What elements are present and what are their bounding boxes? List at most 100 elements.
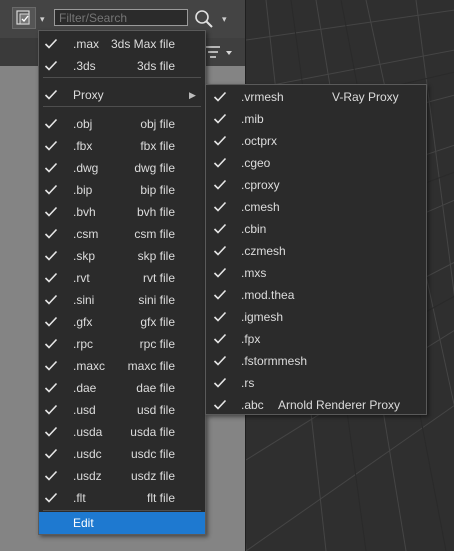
- proxy-item-ext: .cmesh: [241, 200, 280, 214]
- menu-item-desc: sini file: [138, 293, 175, 307]
- edit-label: Edit: [73, 516, 94, 530]
- search-input[interactable]: [54, 9, 188, 26]
- menu-item-ext: .usda: [73, 425, 103, 439]
- menu-item-ext: .obj: [73, 117, 93, 131]
- menu-item-flt[interactable]: .flt flt file: [39, 487, 205, 509]
- check-icon: [44, 201, 58, 223]
- menu-item-usd[interactable]: .usd usd file: [39, 399, 205, 421]
- proxy-item-cproxy[interactable]: .cproxy: [206, 174, 426, 196]
- menu-item-ext: .usdz: [73, 469, 102, 483]
- proxy-item-igmesh[interactable]: .igmesh: [206, 306, 426, 328]
- proxy-item-mod-thea[interactable]: .mod.thea: [206, 284, 426, 306]
- menu-separator: [43, 510, 201, 511]
- menu-item-ext: .sini: [73, 293, 95, 307]
- menu-item-desc: 3ds Max file: [110, 37, 175, 51]
- menu-item-bvh[interactable]: .bvh bvh file: [39, 201, 205, 223]
- proxy-item-abc[interactable]: .abc Arnold Renderer Proxy: [206, 394, 426, 416]
- file-type-menu: .max 3ds Max file .3ds 3ds file Proxy ▶ .obj ob…: [38, 30, 206, 535]
- menu-item-ext: .rvt: [73, 271, 90, 285]
- check-icon: [213, 240, 227, 262]
- check-icon: [213, 218, 227, 240]
- check-icon: [44, 421, 58, 443]
- proxy-item-cmesh[interactable]: .cmesh: [206, 196, 426, 218]
- menu-item-desc: dae file: [136, 381, 175, 395]
- check-icon: [213, 394, 227, 416]
- search-icon[interactable]: [194, 9, 214, 32]
- proxy-item-ext: .mxs: [241, 266, 267, 280]
- menu-item-proxy[interactable]: Proxy ▶: [39, 84, 205, 106]
- menu-item-ext: .3ds: [73, 59, 96, 73]
- check-icon: [44, 289, 58, 311]
- check-icon: [44, 33, 58, 55]
- menu-item-ext: .max: [73, 37, 100, 51]
- menu-item-rvt[interactable]: .rvt rvt file: [39, 267, 205, 289]
- check-icon: [213, 152, 227, 174]
- menu-item-edit[interactable]: Edit: [39, 512, 205, 534]
- check-icon: [44, 465, 58, 487]
- proxy-item-vrmesh[interactable]: .vrmesh V-Ray Proxy: [206, 86, 426, 108]
- check-icon: [213, 372, 227, 394]
- check-icon: [44, 245, 58, 267]
- proxy-item-ext: .fstormmesh: [241, 354, 308, 368]
- proxy-item-ext: .cproxy: [241, 178, 280, 192]
- menu-item-usdc[interactable]: .usdc usdc file: [39, 443, 205, 465]
- menu-item-ext: .skp: [73, 249, 96, 263]
- menu-item-3ds[interactable]: .3ds 3ds file: [39, 55, 205, 77]
- menu-item-csm[interactable]: .csm csm file: [39, 223, 205, 245]
- menu-item-ext: .rpc: [73, 337, 94, 351]
- menu-item-skp[interactable]: .skp skp file: [39, 245, 205, 267]
- proxy-item-cbin[interactable]: .cbin: [206, 218, 426, 240]
- search-dropdown-arrow[interactable]: ▾: [222, 14, 227, 25]
- check-icon: [44, 311, 58, 333]
- menu-separator: [43, 77, 201, 78]
- menu-item-desc: usdz file: [130, 469, 175, 483]
- menu-item-desc: csm file: [134, 227, 175, 241]
- menu-item-obj[interactable]: .obj obj file: [39, 113, 205, 135]
- menu-item-desc: flt file: [146, 491, 175, 505]
- menu-item-maxc[interactable]: .maxc maxc file: [39, 355, 205, 377]
- menu-item-ext: .fbx: [73, 139, 93, 153]
- check-icon: [44, 355, 58, 377]
- menu-item-sini[interactable]: .sini sini file: [39, 289, 205, 311]
- proxy-item-mib[interactable]: .mib: [206, 108, 426, 130]
- proxy-item-cgeo[interactable]: .cgeo: [206, 152, 426, 174]
- check-icon: [44, 377, 58, 399]
- proxy-item-ext: .octprx: [241, 134, 278, 148]
- proxy-item-rs[interactable]: .rs: [206, 372, 426, 394]
- menu-item-usda[interactable]: .usda usda file: [39, 421, 205, 443]
- menu-item-ext: .bvh: [73, 205, 96, 219]
- menu-item-rpc[interactable]: .rpc rpc file: [39, 333, 205, 355]
- menu-item-fbx[interactable]: .fbx fbx file: [39, 135, 205, 157]
- check-icon: [213, 350, 227, 372]
- check-icon: [213, 130, 227, 152]
- menu-item-ext: .gfx: [73, 315, 93, 329]
- proxy-item-fstormmesh[interactable]: .fstormmesh: [206, 350, 426, 372]
- proxy-item-ext: .czmesh: [241, 244, 286, 258]
- check-icon: [44, 443, 58, 465]
- proxy-item-octprx[interactable]: .octprx: [206, 130, 426, 152]
- menu-item-desc: dwg file: [134, 161, 175, 175]
- proxy-item-czmesh[interactable]: .czmesh: [206, 240, 426, 262]
- menu-item-dae[interactable]: .dae dae file: [39, 377, 205, 399]
- filter-dropdown-arrow[interactable]: ▾: [40, 14, 45, 25]
- proxy-item-fpx[interactable]: .fpx: [206, 328, 426, 350]
- proxy-item-mxs[interactable]: .mxs: [206, 262, 426, 284]
- filter-type-button[interactable]: [12, 7, 36, 29]
- proxy-item-ext: .mib: [241, 112, 264, 126]
- check-icon: [213, 328, 227, 350]
- menu-item-gfx[interactable]: .gfx gfx file: [39, 311, 205, 333]
- toolbar-left-strip: [0, 38, 38, 66]
- proxy-item-ext: .mod.thea: [241, 288, 295, 302]
- menu-item-dwg[interactable]: .dwg dwg file: [39, 157, 205, 179]
- menu-item-usdz[interactable]: .usdz usdz file: [39, 465, 205, 487]
- menu-item-bip[interactable]: .bip bip file: [39, 179, 205, 201]
- filter-icon: [13, 10, 35, 31]
- proxy-item-ext: .fpx: [241, 332, 261, 346]
- menu-item-ext: .csm: [73, 227, 99, 241]
- menu-item-max[interactable]: .max 3ds Max file: [39, 33, 205, 55]
- proxy-item-ext: .igmesh: [241, 310, 284, 324]
- check-icon: [213, 262, 227, 284]
- menu-item-desc: rvt file: [142, 271, 175, 285]
- check-icon: [213, 196, 227, 218]
- check-icon: [213, 284, 227, 306]
